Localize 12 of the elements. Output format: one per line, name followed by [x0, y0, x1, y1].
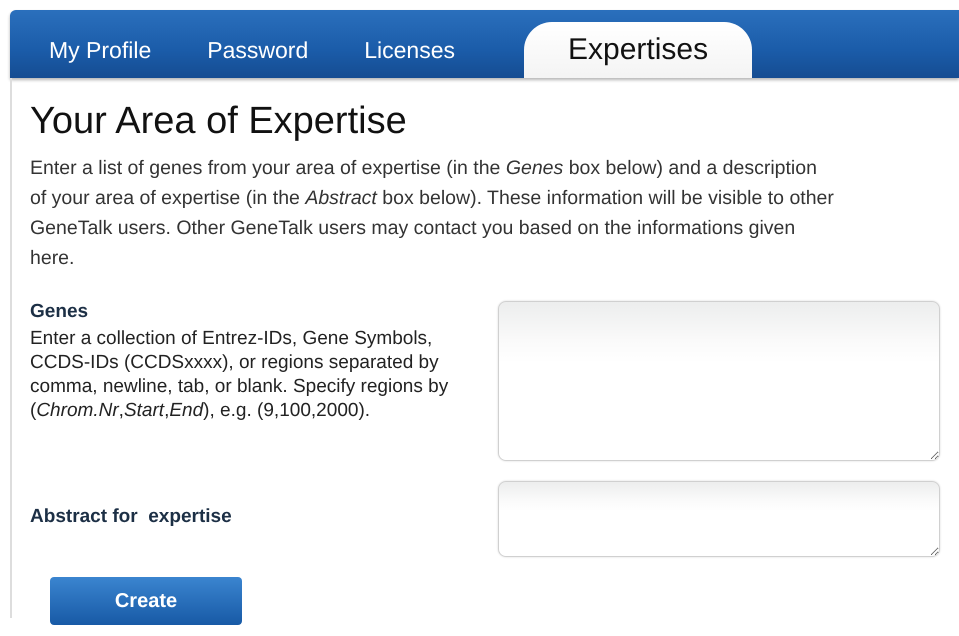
create-button[interactable]: Create	[50, 577, 242, 625]
page-title: Your Area of Expertise	[30, 100, 408, 143]
tab[interactable]: Licenses	[347, 30, 494, 78]
input-field[interactable]	[498, 301, 940, 461]
field-label: Abstract for expertise	[30, 506, 233, 528]
tab[interactable]: Expertises	[524, 22, 752, 78]
tab[interactable]: My Profile	[32, 30, 190, 78]
help-text: Enter a collection of Entrez-IDs, Gene Symbols, CCDS-IDs (CCDSxxxx), or regions separated by comma, newline, tab, or blank. Specify regions by (Chrom.Nr,Start,End), e.g. (9,100,2000).	[30, 327, 450, 423]
intro-text: Enter a list of genes from your area of expertise (in the Genes box below) and a description of your area of expertise (in the Abstract box below). These information will be visible to other GeneTalk users. Other GeneTalk users may contact you based on the informations given here.	[30, 156, 835, 271]
tab[interactable]: Password	[190, 30, 348, 78]
field-label: Genes	[30, 301, 90, 323]
input-field[interactable]	[498, 481, 940, 557]
